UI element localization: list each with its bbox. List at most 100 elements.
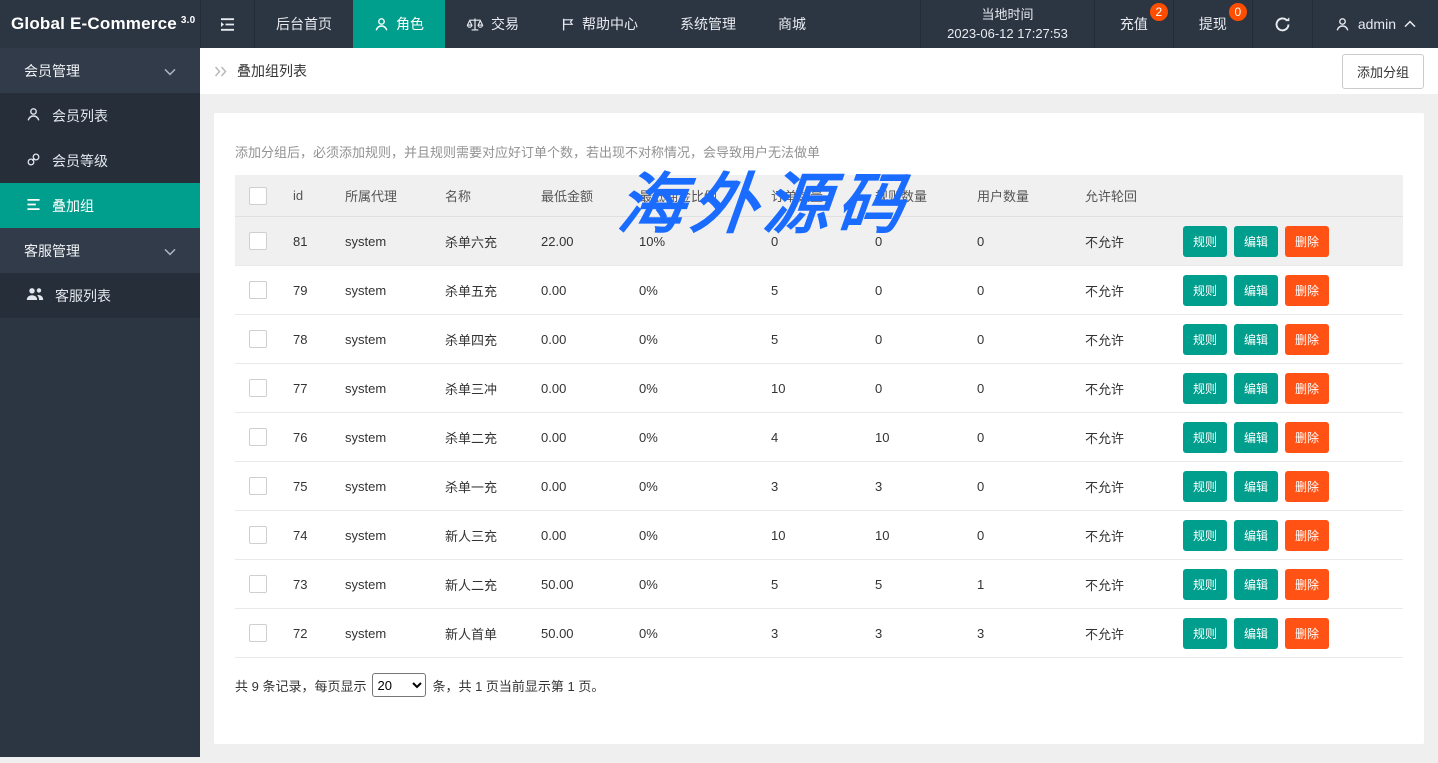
table-row: 81system杀单六充22.0010%000不允许规则编辑删除 bbox=[235, 217, 1403, 266]
row-checkbox[interactable] bbox=[249, 428, 267, 446]
rules-button[interactable]: 规则 bbox=[1183, 373, 1227, 404]
sidebar-group-label: 会员管理 bbox=[24, 61, 80, 81]
cell-name: 杀单六充 bbox=[437, 217, 533, 266]
cell-agent: system bbox=[337, 266, 437, 315]
row-checkbox[interactable] bbox=[249, 575, 267, 593]
nav-item-1[interactable]: 后台首页 bbox=[255, 0, 353, 48]
nav-item-4[interactable]: 帮助中心 bbox=[540, 0, 659, 48]
cell-name: 杀单一充 bbox=[437, 462, 533, 511]
refresh-button[interactable] bbox=[1252, 0, 1312, 48]
breadcrumb: 叠加组列表 添加分组 bbox=[200, 48, 1438, 94]
sidebar-item-客服列表[interactable]: 客服列表 bbox=[0, 273, 200, 318]
sidebar-item-label: 客服列表 bbox=[55, 286, 111, 306]
cell-allow_cycle: 不允许 bbox=[1077, 560, 1175, 609]
brand-logo: Global E-Commerce 3.0 bbox=[0, 0, 200, 48]
cell-min_amount: 50.00 bbox=[533, 609, 631, 658]
row-checkbox[interactable] bbox=[249, 281, 267, 299]
cell-order_count: 5 bbox=[763, 266, 867, 315]
per-page-select[interactable]: 20 bbox=[372, 673, 426, 697]
sidebar-group-1[interactable]: 会员管理 bbox=[0, 48, 200, 93]
person-icon bbox=[374, 17, 389, 32]
user-menu[interactable]: admin bbox=[1312, 0, 1438, 48]
edit-button[interactable]: 编辑 bbox=[1234, 520, 1278, 551]
row-checkbox[interactable] bbox=[249, 624, 267, 642]
nav-item-5[interactable]: 系统管理 bbox=[659, 0, 757, 48]
row-checkbox[interactable] bbox=[249, 526, 267, 544]
sidebar-group-2[interactable]: 客服管理 bbox=[0, 228, 200, 273]
cell-order_count: 5 bbox=[763, 315, 867, 364]
nav-item-label: 帮助中心 bbox=[582, 14, 638, 34]
cell-name: 杀单四充 bbox=[437, 315, 533, 364]
cell-name: 杀单五充 bbox=[437, 266, 533, 315]
delete-button[interactable]: 删除 bbox=[1285, 226, 1329, 257]
cell-rule_count: 3 bbox=[867, 462, 969, 511]
rules-button[interactable]: 规则 bbox=[1183, 618, 1227, 649]
cell-rule_count: 0 bbox=[867, 364, 969, 413]
row-checkbox[interactable] bbox=[249, 330, 267, 348]
withdraw-button[interactable]: 提现 0 bbox=[1173, 0, 1252, 48]
cell-min_amount: 0.00 bbox=[533, 462, 631, 511]
cell-user_count: 0 bbox=[969, 364, 1077, 413]
add-group-button[interactable]: 添加分组 bbox=[1342, 54, 1424, 89]
rules-button[interactable]: 规则 bbox=[1183, 324, 1227, 355]
sidebar-toggle-button[interactable] bbox=[200, 0, 255, 48]
row-checkbox[interactable] bbox=[249, 232, 267, 250]
row-checkbox[interactable] bbox=[249, 477, 267, 495]
cell-min_commission: 0% bbox=[631, 609, 763, 658]
cell-id: 76 bbox=[285, 413, 337, 462]
nav-item-2[interactable]: 角色 bbox=[353, 0, 445, 48]
cell-actions: 规则编辑删除 bbox=[1175, 609, 1403, 658]
nav-item-6[interactable]: 商城 bbox=[757, 0, 827, 48]
cell-agent: system bbox=[337, 413, 437, 462]
edit-button[interactable]: 编辑 bbox=[1234, 569, 1278, 600]
nav-item-label: 交易 bbox=[491, 14, 519, 34]
rules-button[interactable]: 规则 bbox=[1183, 520, 1227, 551]
rules-button[interactable]: 规则 bbox=[1183, 569, 1227, 600]
edit-button[interactable]: 编辑 bbox=[1234, 324, 1278, 355]
delete-button[interactable]: 删除 bbox=[1285, 618, 1329, 649]
pagination: 共 9 条记录，每页显示 20 条，共 1 页当前显示第 1 页。 bbox=[235, 673, 1403, 697]
cell-min_amount: 0.00 bbox=[533, 266, 631, 315]
edit-button[interactable]: 编辑 bbox=[1234, 275, 1278, 306]
recharge-button[interactable]: 充值 2 bbox=[1094, 0, 1173, 48]
edit-button[interactable]: 编辑 bbox=[1234, 373, 1278, 404]
cell-min_commission: 0% bbox=[631, 364, 763, 413]
cell-order_count: 4 bbox=[763, 413, 867, 462]
nav-item-3[interactable]: 交易 bbox=[445, 0, 540, 48]
recharge-badge: 2 bbox=[1150, 3, 1168, 21]
cell-agent: system bbox=[337, 511, 437, 560]
cell-agent: system bbox=[337, 217, 437, 266]
group-list-card: 添加分组后，必须添加规则，并且规则需要对应好订单个数，若出现不对称情况，会导致用… bbox=[214, 113, 1424, 744]
delete-button[interactable]: 删除 bbox=[1285, 471, 1329, 502]
sidebar-item-会员等级[interactable]: 会员等级 bbox=[0, 138, 200, 183]
cell-min_amount: 22.00 bbox=[533, 217, 631, 266]
rules-button[interactable]: 规则 bbox=[1183, 422, 1227, 453]
chevron-down-icon bbox=[164, 63, 176, 79]
cell-id: 77 bbox=[285, 364, 337, 413]
cell-actions: 规则编辑删除 bbox=[1175, 266, 1403, 315]
edit-button[interactable]: 编辑 bbox=[1234, 422, 1278, 453]
cell-order_count: 5 bbox=[763, 560, 867, 609]
sidebar-item-会员列表[interactable]: 会员列表 bbox=[0, 93, 200, 138]
delete-button[interactable]: 删除 bbox=[1285, 275, 1329, 306]
cell-rule_count: 10 bbox=[867, 511, 969, 560]
select-all-checkbox[interactable] bbox=[249, 187, 267, 205]
delete-button[interactable]: 删除 bbox=[1285, 422, 1329, 453]
cell-user_count: 0 bbox=[969, 413, 1077, 462]
rules-button[interactable]: 规则 bbox=[1183, 226, 1227, 257]
delete-button[interactable]: 删除 bbox=[1285, 373, 1329, 404]
edit-button[interactable]: 编辑 bbox=[1234, 618, 1278, 649]
nav-item-label: 角色 bbox=[396, 14, 424, 34]
rules-button[interactable]: 规则 bbox=[1183, 471, 1227, 502]
row-checkbox[interactable] bbox=[249, 379, 267, 397]
edit-button[interactable]: 编辑 bbox=[1234, 226, 1278, 257]
delete-button[interactable]: 删除 bbox=[1285, 520, 1329, 551]
column-header: 规则数量 bbox=[867, 175, 969, 217]
rules-button[interactable]: 规则 bbox=[1183, 275, 1227, 306]
cell-name: 新人三充 bbox=[437, 511, 533, 560]
edit-button[interactable]: 编辑 bbox=[1234, 471, 1278, 502]
delete-button[interactable]: 删除 bbox=[1285, 324, 1329, 355]
table-row: 78system杀单四充0.000%500不允许规则编辑删除 bbox=[235, 315, 1403, 364]
sidebar-item-叠加组[interactable]: 叠加组 bbox=[0, 183, 200, 228]
delete-button[interactable]: 删除 bbox=[1285, 569, 1329, 600]
